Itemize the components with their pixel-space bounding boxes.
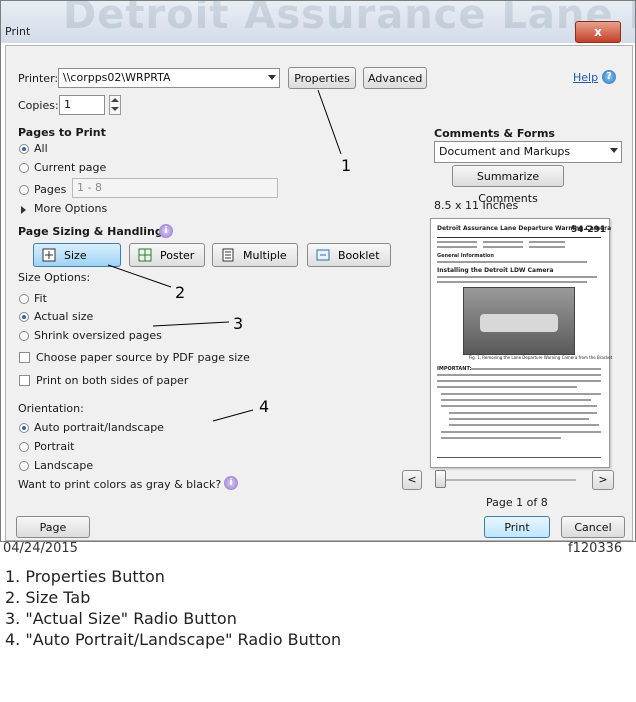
caption-date: 04/24/2015	[3, 541, 78, 556]
legend-item: 2. Size Tab	[5, 588, 91, 607]
legend-item: 4. "Auto Portrait/Landscape" Radio Butto…	[5, 630, 342, 649]
callout-4: 4	[259, 397, 270, 416]
callout-1: 1	[341, 156, 352, 175]
callout-3: 3	[233, 314, 244, 333]
caption-legend: 1. Properties Button 2. Size Tab 3. "Act…	[5, 566, 341, 650]
legend-item: 1. Properties Button	[5, 567, 165, 586]
legend-item: 3. "Actual Size" Radio Button	[5, 609, 237, 628]
screenshot-frame: Detroit Assurance Lane Departure Warning…	[0, 0, 636, 542]
caption-figure-id: f120336	[568, 541, 623, 556]
callout-2: 2	[175, 283, 186, 302]
callout-lines	[107, 89, 342, 422]
